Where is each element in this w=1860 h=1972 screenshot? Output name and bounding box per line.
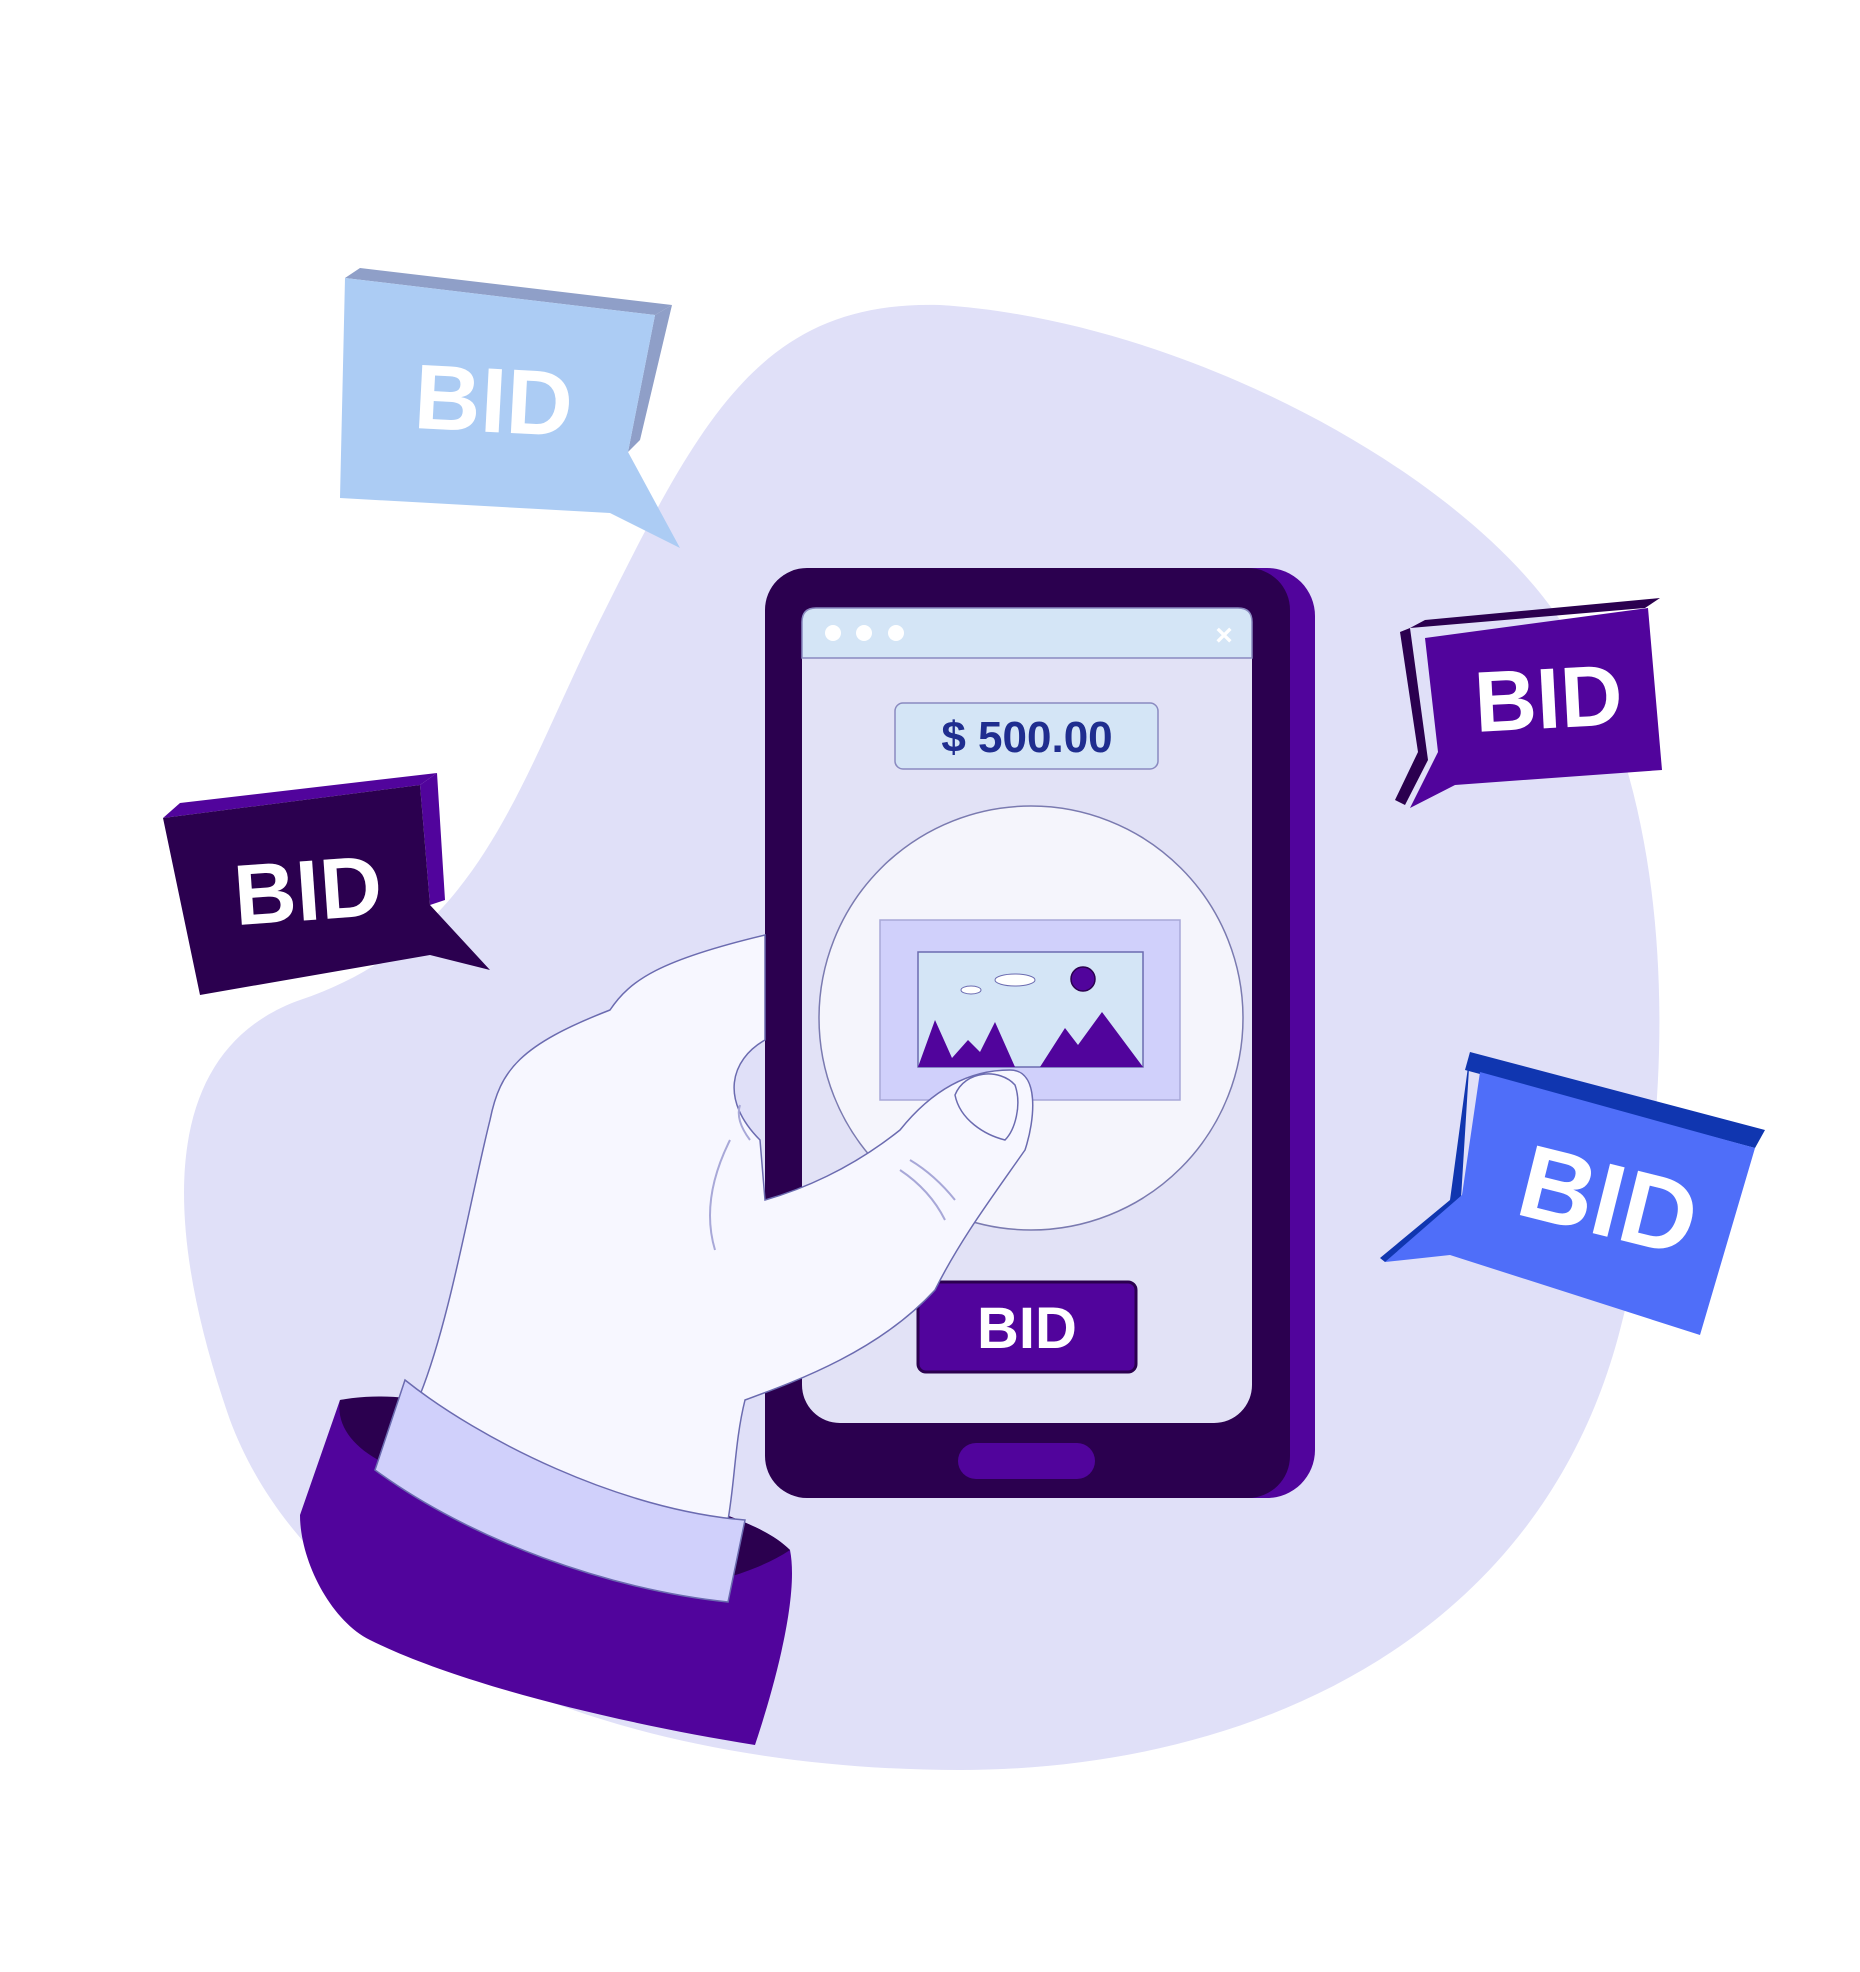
smartphone: × $ 500.00 BID xyxy=(765,568,1315,1498)
cloud-icon xyxy=(960,985,982,995)
cloud-icon xyxy=(994,973,1036,987)
window-dot xyxy=(888,625,904,641)
bid-button-label: BID xyxy=(977,1296,1077,1361)
auction-illustration: BID BID BID BID × $ 500.00 BID xyxy=(163,268,1765,1771)
price-value: $ 500.00 xyxy=(941,713,1112,762)
bubble-label: BID xyxy=(231,838,385,944)
bubble-label: BID xyxy=(412,346,576,456)
bubble-label: BID xyxy=(1472,647,1625,751)
window-dot xyxy=(825,625,841,641)
sun-icon xyxy=(1070,966,1096,992)
close-icon[interactable]: × xyxy=(1215,619,1233,652)
window-dot xyxy=(856,625,872,641)
bid-bubble-light-blue: BID xyxy=(340,268,680,548)
home-button xyxy=(958,1443,1095,1479)
